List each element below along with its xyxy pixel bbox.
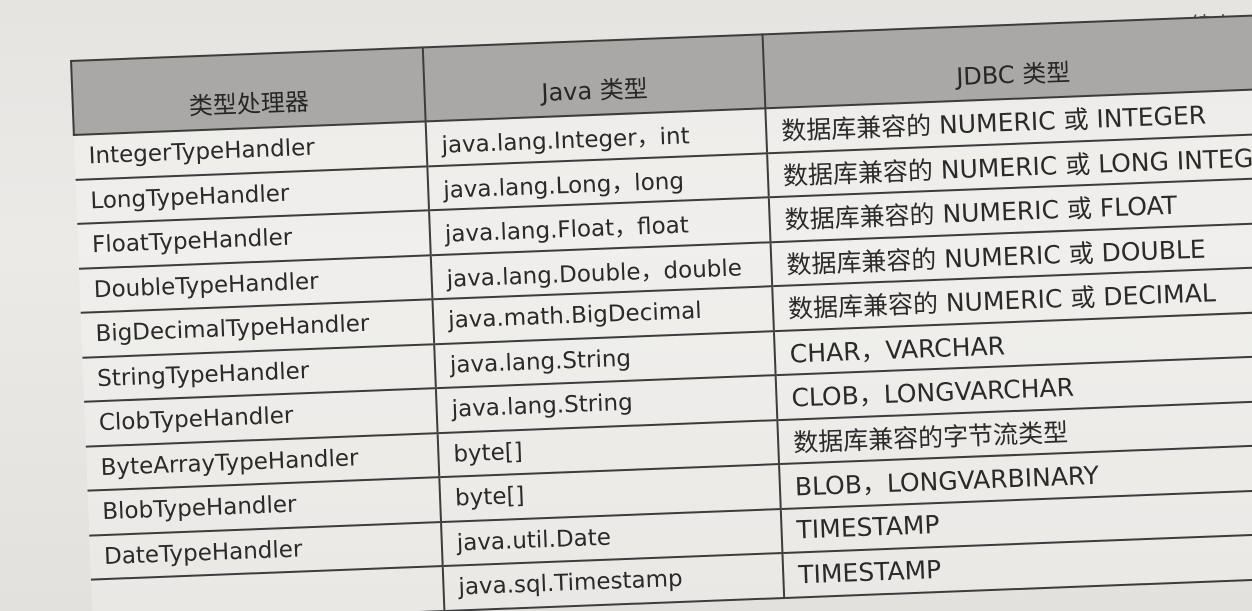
header-java-type: Java 类型 [422,34,766,122]
header-type-handler: 类型处理器 [71,47,426,135]
book-page: 续表 类型处理器 Java 类型 JDBC 类型 IntegerTypeHand… [0,0,1252,611]
type-handler-table: 类型处理器 Java 类型 JDBC 类型 IntegerTypeHandler… [70,14,1252,611]
type-handler-table-wrap: 类型处理器 Java 类型 JDBC 类型 IntegerTypeHandler… [70,14,1252,611]
